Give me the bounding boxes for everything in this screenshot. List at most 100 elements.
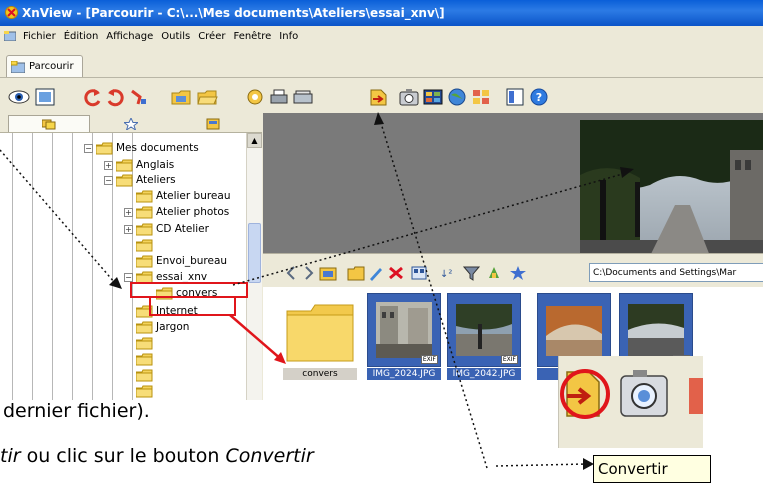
contact-sheet-icon[interactable] [470,87,492,107]
tree-item[interactable]: convers [156,285,217,301]
new-folder-icon[interactable] [347,265,365,281]
preview-image [580,120,763,256]
tab-categories[interactable] [172,115,254,132]
tree-item[interactable]: Atelier bureau [136,188,230,204]
scroll-up-button[interactable]: ▲ [247,133,262,148]
tree-item[interactable]: − Ateliers [104,172,176,188]
tree-scrollbar[interactable]: ▲ [246,133,262,400]
forward-icon[interactable] [299,265,317,281]
folder-icon [283,293,357,367]
tree-item[interactable]: − essai_xnv [124,269,207,285]
document-tabs: Parcourir [0,46,763,78]
zoom-inset [558,356,703,448]
folder-icon [136,239,153,251]
expand-icon[interactable]: + [124,224,133,234]
menu-edition[interactable]: Édition [60,31,103,42]
zoomed-toolbar-icons [559,356,703,448]
folder-icon [96,142,113,154]
thumb-image[interactable]: EXIF IMG_2024.JPG [367,293,441,380]
window-title: XnView - [Parcourir - C:\...\Mes documen… [22,6,445,20]
refresh-icon[interactable] [485,265,503,281]
tree-item-label: Envoi_bureau [156,255,228,267]
tab-parcourir[interactable]: Parcourir [6,55,83,77]
tree-item[interactable] [136,237,156,253]
tree-item[interactable]: + Atelier photos [124,204,229,220]
menu-creer[interactable]: Créer [194,31,229,42]
folder-icon [136,369,153,381]
menu-fichier[interactable]: Fichier [19,31,60,42]
panel-icon[interactable] [504,87,526,107]
thumb-caption: convers [283,368,357,380]
screenshot-camera-icon[interactable] [398,87,420,107]
fullscreen-icon[interactable] [34,87,56,107]
tree-item-label: Atelier bureau [156,190,231,202]
favorites-star-icon [124,117,138,130]
tree-item-label: convers [176,287,218,299]
folder-open-icon[interactable] [196,87,218,107]
filter-icon[interactable] [463,265,481,281]
sort-icon[interactable]: ↓² [439,265,457,281]
instruction-line-2: tir ou clic sur le bouton Convertir [0,445,314,467]
convert-icon[interactable] [368,87,390,107]
tree-item-label: essai_xnv [156,271,208,283]
help-icon[interactable]: ? [528,87,550,107]
expand-icon[interactable]: + [104,160,113,170]
folders-icon [42,119,56,130]
tree-item[interactable] [136,367,156,383]
view-eye-icon[interactable] [8,87,30,107]
tree-item[interactable]: Jargon [136,319,189,335]
tree-item[interactable]: Internet [136,303,198,319]
collapse-icon[interactable]: − [84,143,93,153]
svg-text:↓²: ↓² [440,269,452,280]
scan-icon[interactable] [292,87,314,107]
thumb-caption: IMG_2042.JPG [447,368,521,380]
rotate-right-icon[interactable] [104,87,126,107]
tree-item[interactable] [136,351,156,367]
xnview-window: XnView - [Parcourir - C:\...\Mes documen… [0,0,763,400]
exif-badge: EXIF [500,355,518,364]
view-mode-icon[interactable] [411,265,429,281]
browser-icon [11,60,25,73]
tree-item[interactable]: Envoi_bureau [136,253,227,269]
web-icon[interactable] [446,87,468,107]
collapse-icon[interactable]: − [104,175,113,185]
tab-favorites[interactable] [90,115,172,132]
menu-outils[interactable]: Outils [157,31,194,42]
dotted-arrow-tooltip [495,463,587,467]
tab-folders[interactable] [8,115,90,132]
parent-folder-icon[interactable] [319,265,337,281]
tree-item[interactable]: + Anglais [104,157,174,173]
menu-info[interactable]: Info [275,31,302,42]
instruction-line-1: dernier fichier). [3,400,150,422]
tools-icon[interactable] [128,87,150,107]
folder-icon [136,337,153,349]
scroll-thumb[interactable] [248,223,261,283]
path-input[interactable]: C:\Documents and Settings\Mar [589,263,763,282]
open-folder-icon[interactable] [170,87,192,107]
thumb-folder-convers[interactable]: convers [283,293,357,380]
tree-item[interactable] [136,383,156,399]
rename-icon[interactable] [367,265,385,281]
folder-icon [136,385,153,397]
thumb-caption: IMG_2024.JPG [367,368,441,380]
folder-icon [136,255,153,267]
thumb-image[interactable]: EXIF IMG_2042.JPG [447,293,521,380]
folder-icon [136,190,153,202]
tree-item[interactable]: − Mes documents [84,140,199,156]
folder-icon [136,271,153,283]
print-icon[interactable] [268,87,290,107]
tree-item[interactable] [136,335,156,351]
delete-icon[interactable] [387,265,405,281]
favorite-star-icon[interactable] [509,265,527,281]
expand-icon[interactable]: + [124,207,133,217]
settings-icon[interactable] [244,87,266,107]
slideshow-icon[interactable] [422,87,444,107]
menu-affichage[interactable]: Affichage [102,31,157,42]
menu-fenetre[interactable]: Fenêtre [229,31,275,42]
tree-item-label: CD Atelier [156,223,209,235]
categories-icon [206,118,220,129]
rotate-left-icon[interactable] [82,87,104,107]
collapse-icon[interactable]: − [124,272,133,282]
tree-item[interactable]: + CD Atelier [124,221,209,237]
instruction-normal: ou clic sur le bouton [20,445,226,467]
